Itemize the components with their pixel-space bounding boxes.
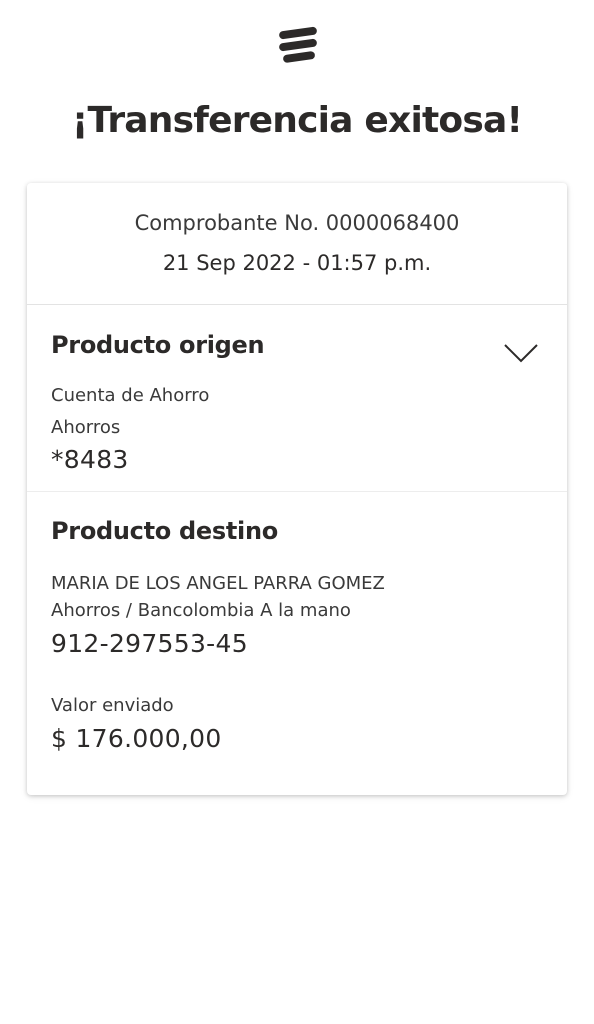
transfer-success-screen: ¡Transferencia exitosa! Comprobante No. … (0, 0, 594, 1024)
destination-holder-name: MARIA DE LOS ANGEL PARRA GOMEZ (51, 573, 385, 594)
page-title: ¡Transferencia exitosa! (71, 100, 523, 141)
receipt-datetime: 21 Sep 2022 - 01:57 p.m. (162, 251, 432, 275)
chevron-down-icon[interactable] (503, 341, 539, 365)
destination-account-number: 912-297553-45 (51, 629, 248, 658)
receipt-number: Comprobante No. 0000068400 (134, 211, 460, 235)
amount-value: $ 176.000,00 (51, 724, 222, 753)
destination-product-section: Producto destino MARIA DE LOS ANGEL PARR… (27, 492, 567, 795)
origin-account-number: *8483 (51, 445, 129, 474)
destination-account-type-bank: Ahorros / Bancolombia A la mano (51, 600, 351, 621)
receipt-header: Comprobante No. 0000068400 21 Sep 2022 -… (27, 183, 567, 305)
destination-product-title: Producto destino (51, 517, 278, 545)
bancolombia-logo-icon (277, 24, 319, 66)
transfer-receipt-card: Comprobante No. 0000068400 21 Sep 2022 -… (27, 183, 567, 795)
origin-account-name: Cuenta de Ahorro (51, 385, 210, 406)
amount-label: Valor enviado (51, 695, 174, 716)
origin-product-title: Producto origen (51, 331, 265, 359)
origin-account-type: Ahorros (51, 417, 121, 438)
origin-product-section: Producto origen Cuenta de Ahorro Ahorros… (27, 305, 567, 492)
